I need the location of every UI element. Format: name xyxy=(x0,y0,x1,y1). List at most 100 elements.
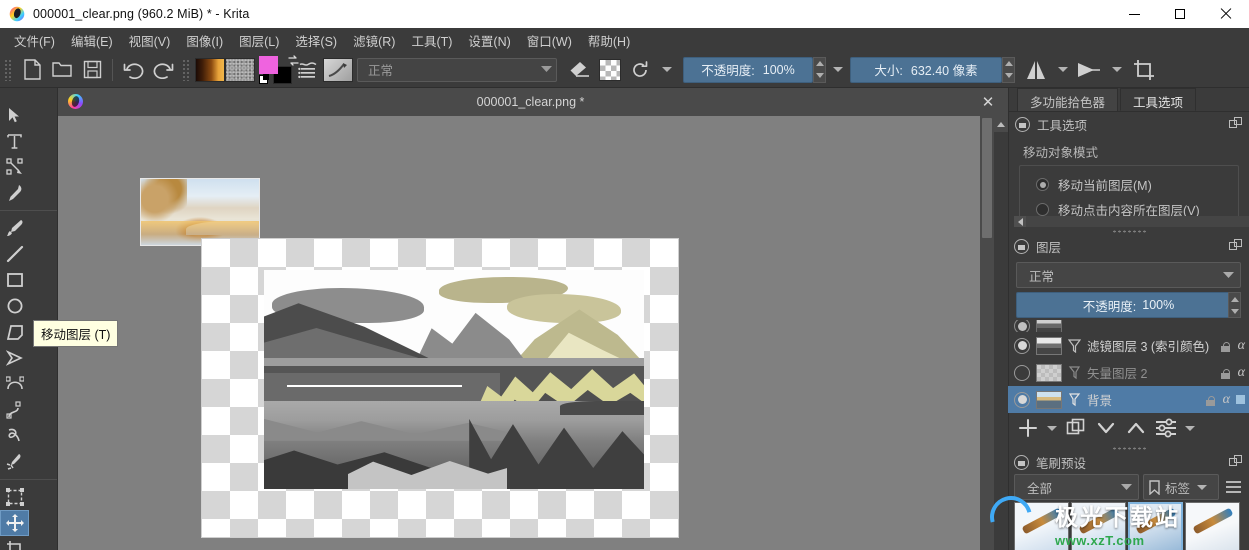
tool-ellipse[interactable] xyxy=(0,293,29,319)
layer-row[interactable]: 矢量图层 2 α xyxy=(1008,359,1249,386)
visibility-icon[interactable] xyxy=(1014,320,1030,332)
canvas-viewport[interactable] xyxy=(58,116,994,550)
tool-polyline[interactable] xyxy=(0,345,29,371)
crop-tool-icon[interactable] xyxy=(1129,56,1159,84)
float-panel-icon[interactable] xyxy=(1229,455,1243,469)
layer-opacity-field[interactable]: 不透明度: 100% xyxy=(1016,292,1241,318)
layer-row[interactable]: 滤镜图层 3 (索引颜色) α xyxy=(1008,332,1249,359)
canvas-vertical-scrollbar[interactable] xyxy=(980,116,994,550)
layer-row[interactable]: 背景 α xyxy=(1008,386,1249,413)
layer-row-partial[interactable] xyxy=(1008,320,1249,332)
move-layer-up-button[interactable] xyxy=(1122,415,1150,441)
tool-bezier-curve[interactable] xyxy=(0,371,29,397)
gradient-swatch[interactable] xyxy=(195,56,225,84)
menu-window[interactable]: 窗口(W) xyxy=(519,28,580,53)
dock-tab-tool-options[interactable]: 工具选项 xyxy=(1120,88,1197,111)
swap-colors-icon[interactable] xyxy=(287,54,300,67)
save-file-icon[interactable] xyxy=(77,56,107,84)
tool-rectangle[interactable] xyxy=(0,267,29,293)
maximize-icon[interactable] xyxy=(1157,0,1203,28)
minimize-icon[interactable] xyxy=(1111,0,1157,28)
brush-preset-2[interactable] xyxy=(1071,502,1126,550)
menu-layer[interactable]: 图层(L) xyxy=(231,28,287,53)
layer-blend-mode-combo[interactable]: 正常 xyxy=(1016,262,1241,288)
layer-properties-menu-chevron-icon[interactable] xyxy=(1185,425,1195,431)
tool-polygon[interactable] xyxy=(0,319,29,345)
alpha-lock-icon[interactable]: α xyxy=(1238,338,1245,354)
tool-freehand-brush[interactable] xyxy=(0,215,29,241)
opacity-field[interactable]: 不透明度: 100% xyxy=(683,56,813,83)
float-panel-icon[interactable] xyxy=(1229,239,1243,253)
layer-color-label[interactable] xyxy=(1236,395,1245,404)
alpha-lock-icon[interactable]: α xyxy=(1238,365,1245,381)
brush-preset-3[interactable] xyxy=(1128,502,1183,550)
lock-icon[interactable] xyxy=(1015,116,1030,132)
eraser-icon[interactable] xyxy=(565,56,595,84)
layer-lock-icon[interactable] xyxy=(1204,394,1217,406)
radio-icon[interactable] xyxy=(1036,178,1049,191)
lock-icon[interactable] xyxy=(1014,238,1029,254)
wrap-options-chevron-icon[interactable] xyxy=(1112,67,1122,72)
toolbar-grip[interactable] xyxy=(4,58,13,81)
menu-help[interactable]: 帮助(H) xyxy=(580,28,638,53)
visibility-icon[interactable] xyxy=(1014,364,1030,381)
radio-move-current-layer[interactable]: 移动当前图层(M) xyxy=(1020,172,1238,197)
preset-options-chevron-icon[interactable] xyxy=(662,67,672,72)
opacity-options-chevron-icon[interactable] xyxy=(833,67,843,72)
layer-lock-icon[interactable] xyxy=(1219,340,1232,352)
tool-dynamic-brush[interactable] xyxy=(0,423,29,449)
move-layer-down-button[interactable] xyxy=(1092,415,1120,441)
tool-move[interactable] xyxy=(0,510,29,536)
tool-transform[interactable] xyxy=(0,484,29,510)
tool-freehand-path[interactable] xyxy=(0,397,29,423)
wrap-around-icon[interactable] xyxy=(1075,56,1105,84)
artboard[interactable] xyxy=(201,238,679,538)
menu-file[interactable]: 文件(F) xyxy=(6,28,63,53)
tag-button[interactable]: 标签 xyxy=(1143,474,1219,500)
dock-tab-color-selector[interactable]: 多功能拾色器 xyxy=(1017,88,1119,111)
menu-view[interactable]: 视图(V) xyxy=(121,28,179,53)
foreground-background-color[interactable] xyxy=(259,54,299,84)
tool-line[interactable] xyxy=(0,241,29,267)
visibility-icon[interactable] xyxy=(1014,337,1030,354)
canvas-scroll-up-button[interactable] xyxy=(994,116,1008,132)
close-icon[interactable]: ✕ xyxy=(978,93,998,111)
tool-edit-shapes[interactable] xyxy=(0,154,29,180)
tool-crop[interactable] xyxy=(0,536,29,550)
mirror-horizontal-icon[interactable] xyxy=(1021,56,1051,84)
float-panel-icon[interactable] xyxy=(1229,117,1243,131)
size-field[interactable]: 大小: 632.40 像素 xyxy=(850,56,1002,83)
lock-icon[interactable] xyxy=(1014,454,1029,470)
size-stepper[interactable] xyxy=(1002,56,1015,83)
undo-icon[interactable] xyxy=(118,56,148,84)
tool-select-shapes[interactable] xyxy=(0,102,29,128)
blend-mode-combo[interactable]: 正常 xyxy=(357,57,557,82)
document-tab[interactable]: 000001_clear.png * ✕ xyxy=(58,87,1008,116)
tool-multibrush[interactable] xyxy=(0,449,29,475)
layer-lock-icon[interactable] xyxy=(1219,367,1232,379)
menu-edit[interactable]: 编辑(E) xyxy=(63,28,121,53)
add-layer-button[interactable] xyxy=(1014,415,1042,441)
add-layer-menu-chevron-icon[interactable] xyxy=(1047,425,1057,431)
scroll-left-button[interactable] xyxy=(1014,216,1026,227)
open-file-icon[interactable] xyxy=(47,56,77,84)
duplicate-layer-button[interactable] xyxy=(1062,415,1090,441)
new-file-icon[interactable] xyxy=(17,56,47,84)
reset-colors-icon[interactable] xyxy=(259,73,269,84)
visibility-icon[interactable] xyxy=(1014,391,1030,408)
hamburger-icon[interactable] xyxy=(1223,480,1243,494)
tool-text[interactable] xyxy=(0,128,29,154)
tool-calligraphy[interactable] xyxy=(0,180,29,206)
redo-icon[interactable] xyxy=(148,56,178,84)
menu-image[interactable]: 图像(I) xyxy=(178,28,231,53)
brush-preset-1[interactable] xyxy=(1014,502,1069,550)
brush-preset-4[interactable] xyxy=(1185,502,1240,550)
brush-filter-combo[interactable]: 全部 xyxy=(1014,474,1139,500)
layer-opacity-stepper[interactable] xyxy=(1228,292,1241,318)
pattern-swatch[interactable] xyxy=(225,56,255,84)
alpha-lock-icon[interactable] xyxy=(595,56,625,84)
menu-filter[interactable]: 滤镜(R) xyxy=(345,28,403,53)
mirror-options-chevron-icon[interactable] xyxy=(1058,67,1068,72)
opacity-stepper[interactable] xyxy=(813,56,826,83)
radio-icon[interactable] xyxy=(1036,203,1049,216)
